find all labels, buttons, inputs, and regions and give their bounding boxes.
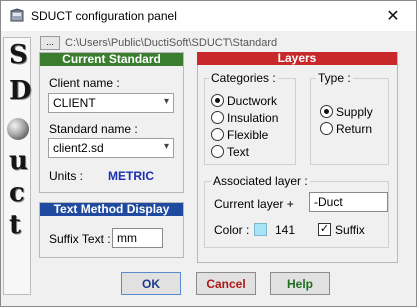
ok-button[interactable]: OK — [121, 272, 181, 295]
units-label: Units : — [49, 169, 84, 183]
logo-letter-d: D — [9, 76, 32, 106]
radio-ductwork[interactable] — [211, 94, 224, 107]
browse-path-button[interactable]: ... — [40, 36, 60, 50]
standard-name-value: client2.sd — [53, 141, 104, 155]
client-name-select[interactable]: CLIENT ▾ — [48, 93, 174, 113]
type-supply-label: Supply — [336, 105, 373, 119]
text-method-header: Text Method Display — [40, 203, 183, 216]
logo-letter-t: t — [9, 210, 22, 240]
logo-letter-s: S — [9, 40, 28, 70]
close-button[interactable]: ✕ — [370, 1, 416, 31]
help-button[interactable]: Help — [270, 272, 330, 295]
categories-title: Categories : — [209, 71, 278, 85]
units-value: METRIC — [108, 169, 154, 183]
logo-letter-u: u — [9, 146, 28, 176]
title-bar: SDUCT configuration panel ✕ — [1, 1, 416, 31]
radio-insulation[interactable] — [211, 111, 224, 124]
color-index-value: 141 — [275, 223, 296, 237]
category-insulation-label: Insulation — [227, 111, 279, 125]
associated-layer-title: Associated layer : — [211, 174, 310, 188]
suffix-checkbox-label: Suffix — [335, 223, 365, 237]
layers-header: Layers — [197, 52, 397, 65]
standard-name-label: Standard name : — [49, 122, 138, 136]
suffix-checkbox[interactable]: ✓ — [318, 223, 331, 236]
window-title: SDUCT configuration panel — [31, 9, 177, 23]
sduct-logo-strip: S D u c t — [3, 37, 32, 295]
client-name-label: Client name : — [49, 76, 120, 90]
chevron-down-icon: ▾ — [163, 96, 169, 107]
radio-flexible[interactable] — [211, 128, 224, 141]
type-title: Type : — [316, 71, 353, 85]
type-return-label: Return — [336, 122, 373, 136]
logo-sphere-icon — [7, 118, 29, 140]
chevron-down-icon: ▾ — [163, 141, 169, 152]
standard-name-select[interactable]: client2.sd ▾ — [48, 138, 174, 158]
config-window: SDUCT configuration panel ✕ S D u c t ..… — [0, 0, 417, 307]
color-label: Color : — [214, 223, 250, 237]
layer-color-swatch[interactable] — [254, 223, 267, 236]
category-ductwork-label: Ductwork — [227, 94, 278, 108]
suffix-text-label: Suffix Text : — [49, 232, 111, 246]
category-text-label: Text — [227, 145, 250, 159]
standard-path: C:\Users\Public\DuctiSoft\SDUCT\Standard — [65, 37, 278, 49]
current-standard-header: Current Standard — [40, 53, 183, 66]
client-name-value: CLIENT — [53, 96, 96, 110]
current-layer-label: Current layer + — [214, 197, 294, 211]
cancel-button[interactable]: Cancel — [196, 272, 256, 295]
category-flexible-label: Flexible — [227, 128, 269, 142]
current-layer-input[interactable] — [309, 192, 388, 212]
radio-text[interactable] — [211, 145, 224, 158]
logo-letter-c: c — [9, 178, 25, 208]
app-icon — [10, 8, 24, 22]
radio-return[interactable] — [320, 122, 333, 135]
suffix-text-input[interactable] — [112, 228, 163, 248]
close-icon: ✕ — [386, 8, 400, 25]
radio-supply[interactable] — [320, 105, 333, 118]
